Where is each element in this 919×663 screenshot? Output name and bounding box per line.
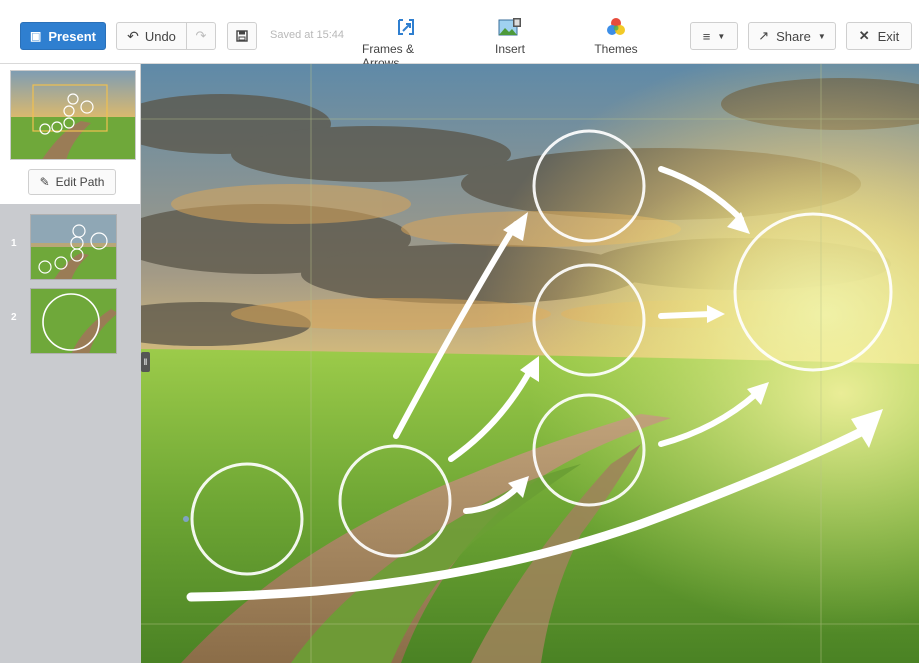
- chevron-down-icon: ▼: [717, 31, 726, 41]
- slide-thumbnail: [30, 214, 117, 280]
- exit-icon: ✕: [858, 28, 870, 43]
- slide-list: 1 2: [0, 204, 141, 663]
- save-button[interactable]: [227, 22, 257, 50]
- insert-icon: [498, 16, 522, 38]
- slide-number: 2: [11, 312, 17, 323]
- top-toolbar: ▣ Present ↶ Undo ↷ Saved at 15:44 Frames…: [0, 0, 919, 70]
- present-label: Present: [48, 28, 97, 44]
- undo-icon: ↶: [127, 27, 139, 44]
- slide-item-2[interactable]: 2: [0, 286, 141, 356]
- undo-label: Undo: [144, 28, 176, 44]
- saved-status: Saved at 15:44: [270, 29, 345, 41]
- frames-arrows-button[interactable]: Frames & Arrows: [362, 16, 450, 70]
- save-icon: [236, 30, 248, 42]
- frames-arrows-icon: [396, 16, 416, 38]
- insert-button[interactable]: Insert: [485, 16, 535, 56]
- menu-icon: ≡: [702, 28, 711, 44]
- sidebar-resize-handle[interactable]: ‖: [141, 352, 150, 372]
- menu-button[interactable]: ≡ ▼: [690, 22, 738, 50]
- share-icon: ↗: [758, 28, 770, 43]
- overview-thumbnail[interactable]: [10, 70, 136, 160]
- presentation-canvas[interactable]: [141, 64, 919, 663]
- redo-button[interactable]: ↷: [186, 22, 216, 50]
- edit-path-button[interactable]: ✎ Edit Path: [28, 169, 116, 195]
- share-label: Share: [776, 28, 811, 44]
- themes-icon: [606, 16, 626, 38]
- share-button[interactable]: ↗ Share ▼: [748, 22, 836, 50]
- redo-icon: ↷: [195, 28, 207, 43]
- themes-button[interactable]: Themes: [590, 16, 642, 56]
- present-button[interactable]: ▣ Present: [20, 22, 106, 50]
- exit-label: Exit: [877, 28, 900, 44]
- themes-label: Themes: [594, 42, 638, 56]
- slide-item-1[interactable]: 1: [0, 212, 141, 282]
- present-icon: ▣: [29, 29, 42, 43]
- chevron-down-icon: ▼: [817, 31, 826, 41]
- edit-path-label: Edit Path: [55, 175, 105, 189]
- undo-button[interactable]: ↶ Undo: [116, 22, 186, 50]
- slide-thumbnail: [30, 288, 117, 354]
- sidebar: ✎ Edit Path 1 2: [0, 64, 141, 663]
- slide-number: 1: [11, 238, 17, 249]
- pencil-icon: ✎: [39, 175, 50, 189]
- exit-button[interactable]: ✕ Exit: [846, 22, 912, 50]
- insert-label: Insert: [494, 42, 525, 56]
